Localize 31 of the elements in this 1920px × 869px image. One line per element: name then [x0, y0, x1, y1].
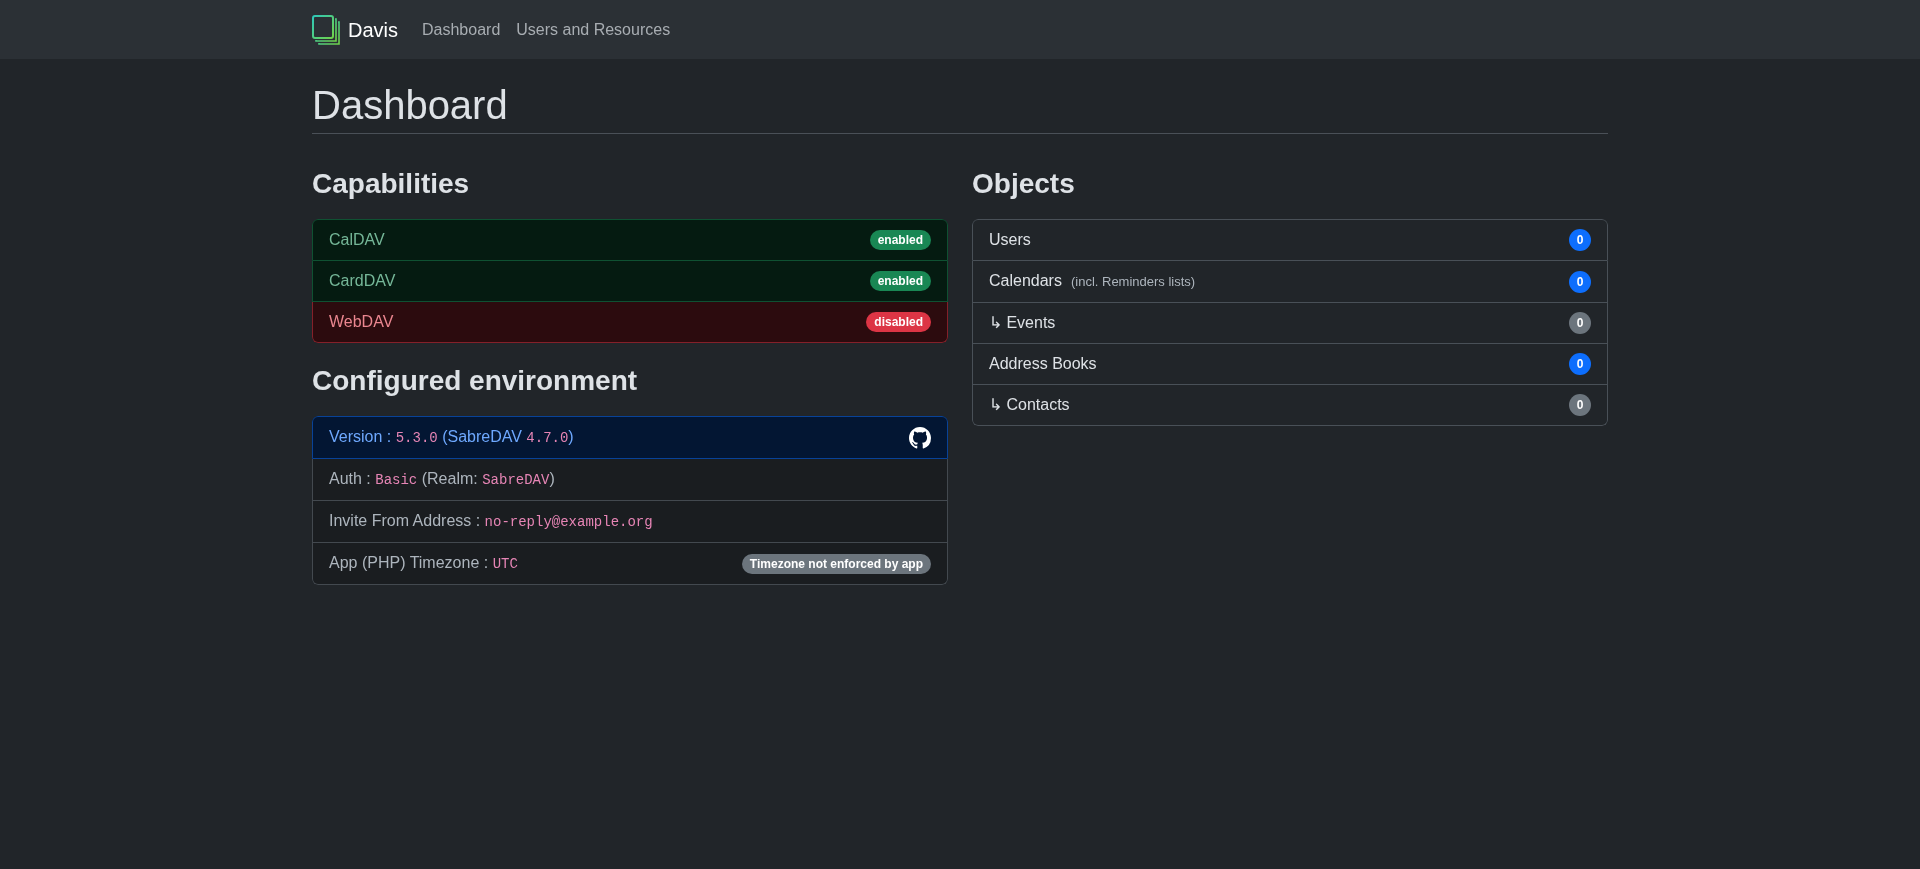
status-badge: enabled: [869, 230, 931, 250]
count-badge: 0: [1569, 312, 1591, 334]
object-label: Users: [989, 230, 1031, 250]
status-badge: disabled: [866, 312, 931, 332]
capability-name: CardDAV: [329, 271, 396, 291]
count-badge: 0: [1569, 229, 1591, 251]
capability-name: WebDAV: [329, 312, 394, 332]
page-title: Dashboard: [312, 82, 508, 129]
count-badge: 0: [1569, 270, 1591, 293]
stacked-squares-icon: [312, 14, 340, 45]
object-label: ↳ Contacts: [989, 395, 1070, 415]
object-label: Address Books: [989, 354, 1097, 374]
object-label: Calendars: [989, 271, 1062, 291]
section-heading: Capabilities: [312, 167, 471, 201]
capability-name: CalDAV: [329, 230, 385, 250]
count-badge: 0: [1569, 353, 1591, 375]
version-text: Version : 5.3.0 (SabreDAV 4.7.0): [329, 427, 574, 448]
nav-link[interactable]: Users and Resources: [508, 9, 679, 50]
setting-text: App (PHP) Timezone : UTC: [329, 553, 518, 574]
brand-link[interactable]: Davis: [312, 14, 398, 45]
setting-text: Auth : Basic (Realm: SabreDAV): [329, 469, 555, 490]
count-badge: 0: [1569, 394, 1591, 416]
nav-link[interactable]: Dashboard: [414, 9, 509, 50]
section-heading: Configured environment: [312, 364, 639, 398]
object-label: ↳ Events: [989, 313, 1056, 333]
status-badge: enabled: [869, 271, 931, 291]
object-note: (incl. Reminders lists): [1070, 273, 1196, 291]
note-badge: Timezone not enforced by app: [741, 553, 931, 574]
section-heading: Objects: [972, 167, 1076, 201]
setting-text: Invite From Address : no-reply@example.org: [329, 511, 653, 532]
cat-logo-icon[interactable]: [909, 426, 931, 449]
